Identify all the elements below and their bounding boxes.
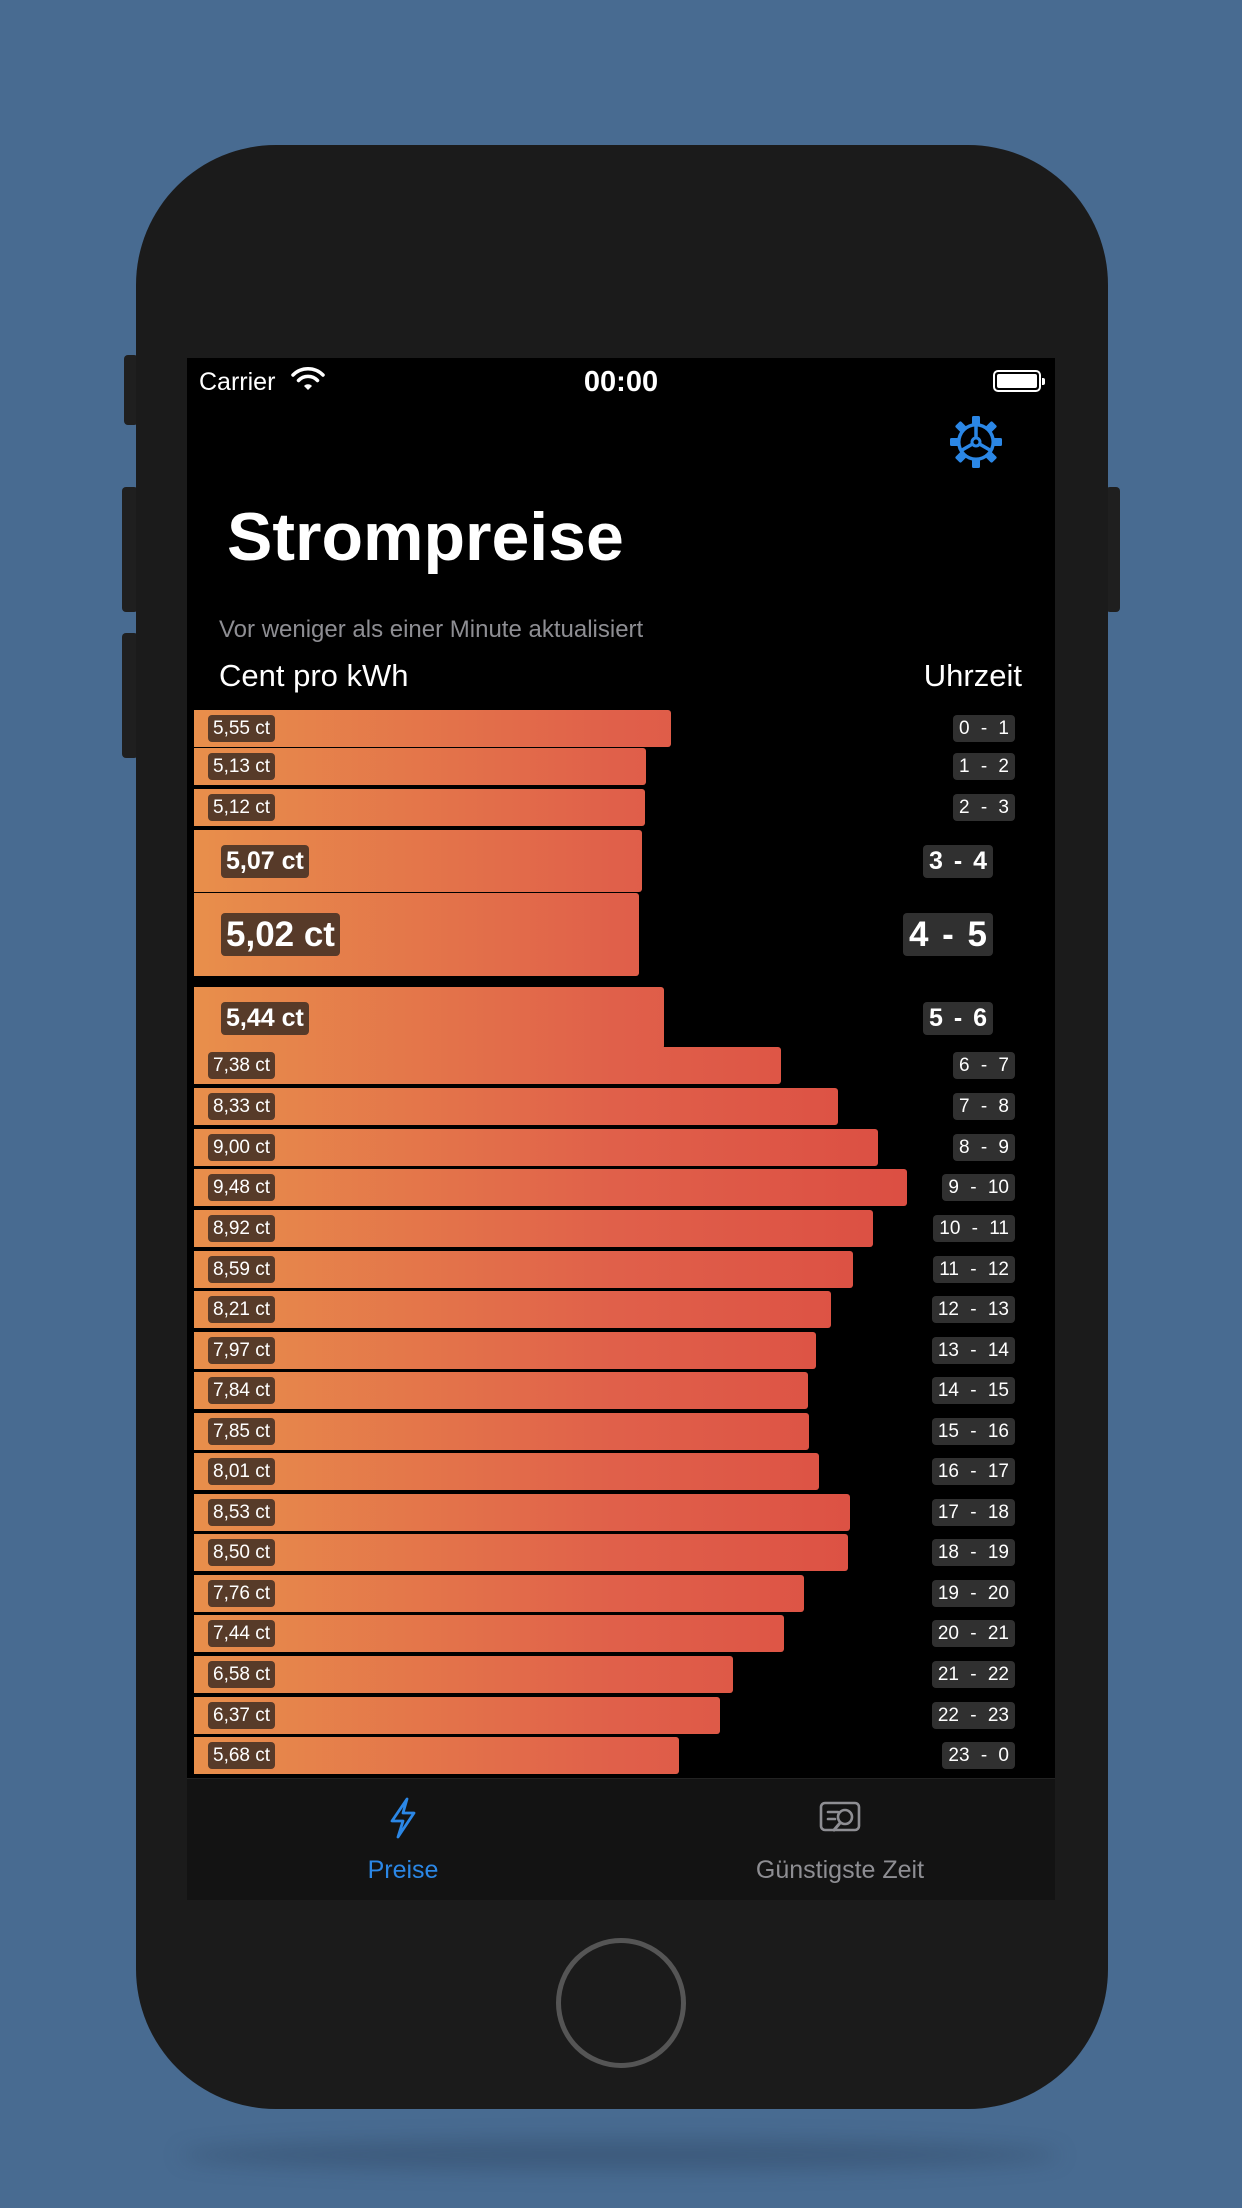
tab-preise[interactable]: Preise	[253, 1797, 553, 1885]
home-button[interactable]	[556, 1938, 686, 2068]
price-bar[interactable]	[194, 1210, 874, 1247]
price-label: 7,38 ct	[208, 1052, 276, 1079]
price-label: 5,44 ct	[221, 1001, 309, 1035]
price-label: 9,48 ct	[208, 1174, 276, 1201]
hour-range-label: 1 - 2	[952, 753, 1015, 780]
hour-range-label: 23 - 0	[942, 1742, 1015, 1769]
price-label: 8,21 ct	[208, 1296, 276, 1323]
price-bar[interactable]	[194, 1453, 819, 1490]
tab-bar: Preise Günstigste Zeit	[187, 1778, 1055, 1900]
hour-range-label: 6 - 7	[952, 1052, 1015, 1079]
hour-range-label: 16 - 17	[931, 1458, 1015, 1485]
price-label: 8,53 ct	[208, 1499, 276, 1526]
price-bar[interactable]	[194, 1291, 831, 1328]
price-label: 8,50 ct	[208, 1539, 276, 1566]
tab-preise-label: Preise	[367, 1856, 439, 1884]
price-label: 5,13 ct	[208, 753, 276, 780]
price-bar[interactable]	[194, 1129, 878, 1166]
price-bar[interactable]	[194, 1534, 848, 1571]
price-label: 8,92 ct	[208, 1215, 276, 1242]
price-bar[interactable]	[194, 1251, 854, 1288]
hour-range-label: 7 - 8	[952, 1093, 1015, 1120]
price-bar[interactable]	[194, 1169, 907, 1206]
hour-range-label: 0 - 1	[952, 715, 1015, 742]
hour-range-label: 9 - 10	[942, 1174, 1015, 1201]
hour-range-label: 8 - 9	[952, 1134, 1015, 1161]
hour-range-label: 5 - 6	[922, 1001, 993, 1035]
price-label: 8,33 ct	[208, 1093, 276, 1120]
price-label: 7,84 ct	[208, 1377, 276, 1404]
search-text-icon	[690, 1797, 990, 1846]
hour-range-label: 4 - 5	[902, 913, 993, 956]
price-label: 8,59 ct	[208, 1256, 276, 1283]
price-label: 5,55 ct	[208, 715, 276, 742]
hour-range-label: 15 - 16	[931, 1418, 1015, 1445]
price-label: 7,44 ct	[208, 1620, 276, 1647]
hour-range-label: 12 - 13	[931, 1296, 1015, 1323]
price-label: 5,68 ct	[208, 1742, 276, 1769]
price-bar[interactable]	[194, 1494, 850, 1531]
hour-range-label: 20 - 21	[931, 1620, 1015, 1647]
price-bar[interactable]	[194, 1575, 804, 1612]
price-label: 7,76 ct	[208, 1580, 276, 1607]
price-bar[interactable]	[194, 1088, 838, 1125]
app-screen: Carrier 00:00 Strompreise Vor weniger al…	[187, 358, 1055, 1900]
price-label: 7,97 ct	[208, 1337, 276, 1364]
price-label: 6,37 ct	[208, 1702, 276, 1729]
hour-range-label: 10 - 11	[933, 1215, 1015, 1242]
price-list: 5,55 ct 0 - 1 5,13 ct 1 - 2 5,12 ct 2 - 3 5,07…	[187, 358, 1055, 1778]
hour-range-label: 18 - 19	[931, 1539, 1015, 1566]
hour-range-label: 22 - 23	[931, 1702, 1015, 1729]
price-bar[interactable]	[194, 1047, 781, 1084]
price-label: 6,58 ct	[208, 1661, 276, 1688]
hour-range-label: 19 - 20	[931, 1580, 1015, 1607]
hour-range-label: 13 - 14	[931, 1337, 1015, 1364]
power-button	[1106, 487, 1120, 612]
price-label: 5,12 ct	[208, 794, 276, 821]
price-label: 5,02 ct	[221, 913, 340, 956]
hour-range-label: 21 - 22	[931, 1661, 1015, 1688]
tab-guenstigste-zeit[interactable]: Günstigste Zeit	[690, 1797, 990, 1885]
price-bar[interactable]	[194, 1615, 785, 1652]
price-label: 9,00 ct	[208, 1134, 276, 1161]
price-label: 7,85 ct	[208, 1418, 276, 1445]
hour-range-label: 11 - 12	[933, 1256, 1015, 1283]
price-bar[interactable]	[194, 1372, 809, 1409]
price-bar[interactable]	[194, 1332, 817, 1369]
price-bar[interactable]	[194, 1413, 809, 1450]
phone-shadow	[180, 2140, 1060, 2170]
price-label: 8,01 ct	[208, 1458, 276, 1485]
hour-range-label: 14 - 15	[931, 1377, 1015, 1404]
hour-range-label: 2 - 3	[952, 794, 1015, 821]
price-label: 5,07 ct	[221, 844, 309, 878]
hour-range-label: 3 - 4	[922, 844, 993, 878]
bolt-icon	[253, 1797, 553, 1846]
tab-guenstigste-zeit-label: Günstigste Zeit	[755, 1856, 925, 1884]
hour-range-label: 17 - 18	[931, 1499, 1015, 1526]
